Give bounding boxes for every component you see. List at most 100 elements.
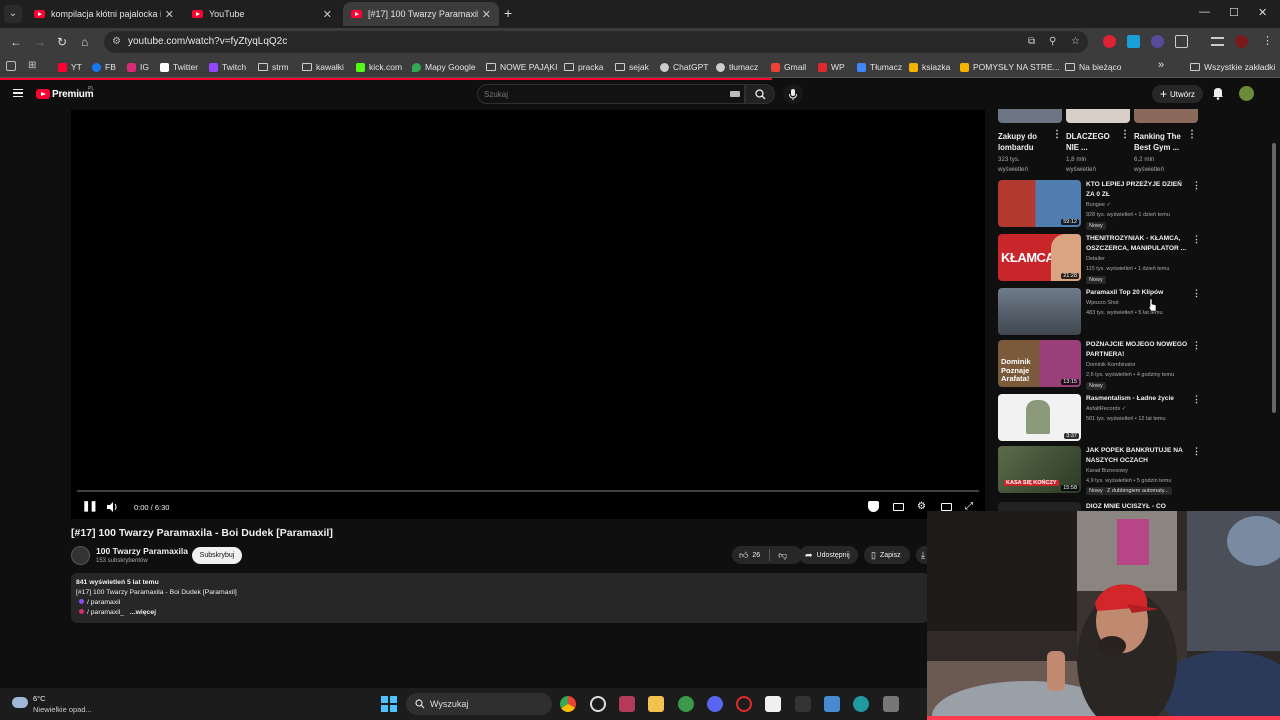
close-tab-icon[interactable]: ✕ bbox=[323, 8, 332, 21]
download-button[interactable]: ⤓ bbox=[916, 546, 927, 564]
tab-grid-icon[interactable] bbox=[6, 61, 16, 71]
short-thumbnail[interactable] bbox=[1134, 109, 1198, 123]
more-options-icon[interactable]: ⋮ bbox=[1192, 446, 1201, 457]
recommended-channel[interactable]: Bungee ✓ bbox=[1086, 202, 1111, 208]
calculator-icon[interactable] bbox=[883, 696, 899, 712]
translate-extension-icon[interactable] bbox=[1127, 35, 1140, 48]
short-item[interactable]: Zakupy do lombardu 323 tys. wyświetleń bbox=[998, 109, 1062, 175]
bookmark-tlumacz[interactable]: Tłumacz bbox=[857, 61, 902, 73]
close-tab-icon[interactable]: ✕ bbox=[165, 8, 174, 21]
install-app-icon[interactable]: ⧉ bbox=[1028, 36, 1035, 47]
capcut-icon[interactable] bbox=[765, 696, 781, 712]
like-thumb-icon[interactable]: 👍︎ bbox=[739, 550, 748, 561]
more-options-icon[interactable]: ⋮ bbox=[1052, 129, 1062, 140]
short-item[interactable]: DLACZEGO NIE ... 1,8 mln wyświetleń bbox=[1066, 109, 1130, 175]
keyboard-icon[interactable] bbox=[730, 91, 740, 97]
video-player[interactable]: ❚❚ 0:00 / 6:30 ⚙ ⤢ bbox=[71, 110, 985, 519]
reload-icon[interactable]: ↻ bbox=[57, 35, 67, 49]
recommended-title[interactable]: Rasmentalism - Ładne życie bbox=[1086, 394, 1190, 404]
weather-temperature[interactable]: 6°C bbox=[33, 694, 46, 703]
bookmark-folder-strm[interactable]: strm bbox=[258, 61, 289, 73]
more-options-icon[interactable]: ⋮ bbox=[1192, 234, 1201, 245]
subscribe-button[interactable]: Subskrybuj bbox=[192, 547, 242, 564]
maximize-button[interactable]: ☐ bbox=[1229, 6, 1239, 19]
recommended-title[interactable]: Paramaxil Top 20 Klipów bbox=[1086, 288, 1190, 298]
paint-icon[interactable] bbox=[619, 696, 635, 712]
short-thumbnail[interactable] bbox=[1066, 109, 1130, 123]
browser-menu-icon[interactable]: ⋮ bbox=[1262, 34, 1273, 47]
taskbar-search[interactable]: Wyszukaj bbox=[406, 693, 552, 715]
windows-start-icon[interactable] bbox=[381, 696, 397, 712]
weather-description[interactable]: Niewielkie opad... bbox=[33, 705, 92, 714]
file-explorer-icon[interactable] bbox=[648, 696, 664, 712]
recommended-video[interactable]: 59:12 KTO LEPIEJ PRZEŻYJE DZIEŃ ZA 0 ZŁ … bbox=[998, 180, 1203, 230]
voice-search-button[interactable] bbox=[783, 84, 803, 104]
tab-search-button[interactable]: ⌄ bbox=[4, 5, 22, 23]
bookmark-chatgpt[interactable]: ChatGPT bbox=[660, 61, 708, 73]
obs-icon[interactable] bbox=[590, 696, 606, 712]
video-thumbnail[interactable]: KŁAMCA 21:28 bbox=[998, 234, 1081, 281]
recommended-title[interactable]: KTO LEPIEJ PRZEŻYJE DZIEŃ ZA 0 ZŁ bbox=[1086, 180, 1190, 199]
video-thumbnail[interactable]: 59:12 bbox=[998, 180, 1081, 227]
bookmark-folder-na-biezaco[interactable]: Na bieżąco bbox=[1065, 61, 1122, 73]
page-scrollbar[interactable] bbox=[1272, 143, 1276, 413]
minimize-button[interactable]: — bbox=[1199, 6, 1210, 18]
pause-icon[interactable]: ❚❚ bbox=[82, 501, 98, 512]
settings-gear-icon[interactable]: ⚙ bbox=[917, 501, 926, 512]
notifications-bell-icon[interactable] bbox=[1212, 86, 1224, 100]
more-bookmarks-chevron-icon[interactable]: » bbox=[1158, 59, 1164, 71]
recommended-title[interactable]: THENITROZYNIAK - KŁAMCA, OSZCZERCA, MANI… bbox=[1086, 234, 1190, 253]
create-button[interactable]: + Utwórz bbox=[1152, 85, 1203, 103]
app-icon[interactable] bbox=[795, 696, 811, 712]
edge-icon[interactable] bbox=[853, 696, 869, 712]
forward-arrow-icon[interactable]: → bbox=[34, 35, 46, 49]
video-thumbnail[interactable]: Dominik Poznaje Arafata! 13:15 bbox=[998, 340, 1081, 387]
home-icon[interactable]: ⌂ bbox=[81, 35, 88, 49]
bookmark-pomysly[interactable]: POMYSŁY NA STRE... bbox=[960, 61, 1060, 73]
opera-icon[interactable] bbox=[736, 696, 752, 712]
recommended-video[interactable]: 3:37 Rasmentalism - Ładne życie AsfaltRe… bbox=[998, 394, 1203, 444]
weather-cloud-icon[interactable] bbox=[12, 697, 28, 708]
description-box[interactable]: 841 wyświetleń 5 lat temu [#17] 100 Twar… bbox=[71, 573, 929, 623]
bookmark-folder-pracka[interactable]: pracka bbox=[564, 61, 604, 73]
more-options-icon[interactable]: ⋮ bbox=[1192, 340, 1201, 351]
more-options-icon[interactable]: ⋮ bbox=[1192, 288, 1201, 299]
bookmark-folder-kawalki[interactable]: kawałki bbox=[302, 61, 344, 73]
channel-name[interactable]: 100 Twarzy Paramaxila bbox=[96, 546, 188, 556]
recommended-channel[interactable]: Dominik Kombinator bbox=[1086, 362, 1136, 368]
recommended-channel[interactable]: Wpozzo Shot bbox=[1086, 300, 1119, 306]
like-count[interactable]: 26 bbox=[752, 552, 760, 559]
channel-avatar[interactable] bbox=[71, 546, 90, 565]
back-arrow-icon[interactable]: ← bbox=[10, 35, 22, 49]
short-title[interactable]: Ranking The Best Gym ... bbox=[1134, 131, 1186, 153]
account-avatar[interactable] bbox=[1239, 86, 1254, 101]
more-options-icon[interactable]: ⋮ bbox=[1120, 129, 1130, 140]
address-bar[interactable]: ⚙ youtube.com/watch?v=fyZtyqLqQ2c ⧉ ⚲ ☆ bbox=[104, 31, 1088, 53]
bookmark-ksiazka[interactable]: ksiazka bbox=[909, 61, 950, 73]
extensions-puzzle-icon[interactable] bbox=[1175, 35, 1188, 48]
search-input[interactable] bbox=[484, 88, 714, 100]
record-extension-icon[interactable] bbox=[1103, 35, 1116, 48]
video-progress-bar[interactable] bbox=[77, 490, 979, 492]
short-title[interactable]: Zakupy do lombardu bbox=[998, 131, 1050, 153]
recommended-channel[interactable]: Detailer bbox=[1086, 256, 1105, 262]
bookmark-folder-sejak[interactable]: sejak bbox=[615, 61, 649, 73]
bookmark-star-icon[interactable]: ☆ bbox=[1071, 36, 1080, 47]
volume-icon[interactable] bbox=[107, 502, 119, 512]
more-options-icon[interactable]: ⋮ bbox=[1192, 180, 1201, 191]
recommended-channel[interactable]: Kanał Biznesowy bbox=[1086, 468, 1128, 474]
bookmark-twitter[interactable]: Twitter bbox=[160, 61, 198, 73]
show-more-link[interactable]: ...więcej bbox=[130, 609, 156, 616]
bookmark-ig[interactable]: IG bbox=[127, 61, 149, 73]
bookmark-wp[interactable]: WP bbox=[818, 61, 845, 73]
bookmark-maps[interactable]: Mapy Google bbox=[412, 61, 476, 73]
video-thumbnail[interactable]: KASA SIĘ KOŃCZY 15:58 bbox=[998, 446, 1081, 493]
sponsor-shield-icon[interactable] bbox=[868, 501, 879, 512]
bookmark-tlumacz-lower[interactable]: tłumacz bbox=[716, 61, 758, 73]
video-thumbnail[interactable] bbox=[998, 288, 1081, 335]
tab-kompilacja[interactable]: kompilacja kłótni pajalocka i je ✕ bbox=[26, 2, 182, 26]
bookmark-gmail[interactable]: Gmail bbox=[771, 61, 806, 73]
site-info-icon[interactable]: ⚙ bbox=[112, 36, 121, 47]
bookmark-twitch[interactable]: Twitch bbox=[209, 61, 246, 73]
share-button[interactable]: ➦ Udostępnij bbox=[799, 546, 858, 564]
